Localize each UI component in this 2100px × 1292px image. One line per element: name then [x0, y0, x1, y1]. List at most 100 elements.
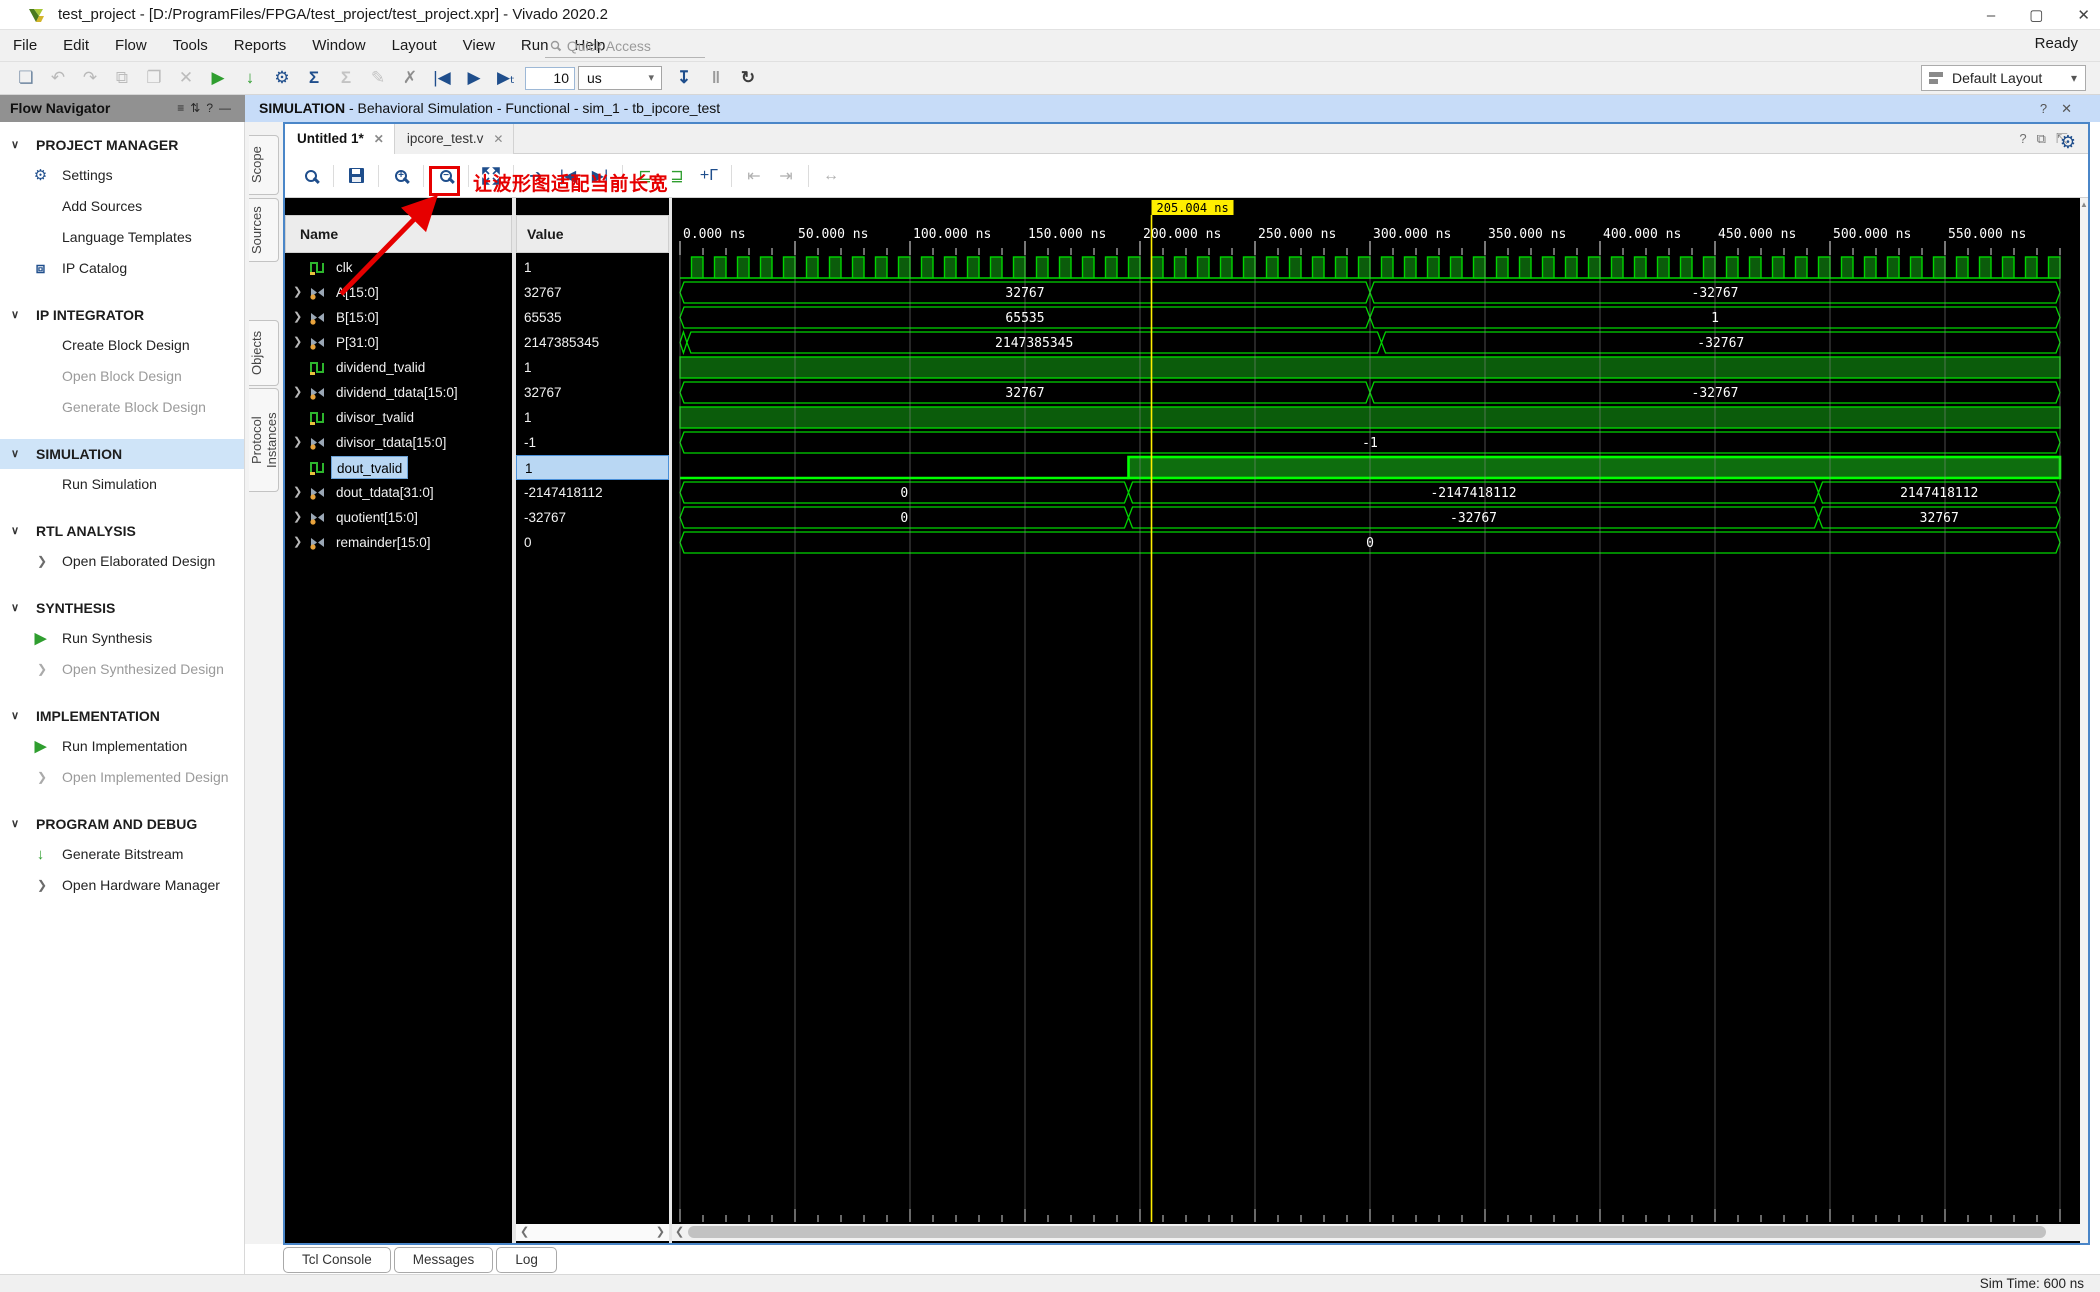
close-button[interactable]: ✕ [2077, 6, 2090, 24]
section-header-synthesis[interactable]: ∨ SYNTHESIS [0, 593, 244, 623]
float-window-icon[interactable]: ⧉ [2037, 131, 2056, 146]
run-icon[interactable]: ▶ [205, 65, 231, 91]
edit-disabled-icon[interactable]: ✎ [365, 65, 391, 91]
menu-view[interactable]: View [450, 30, 508, 61]
report-sigma-icon[interactable]: Σ [301, 65, 327, 91]
value-column-header[interactable]: Value [516, 215, 669, 253]
signal-value[interactable]: 32767 [516, 280, 669, 305]
copy-icon[interactable]: ⧉ [109, 65, 135, 91]
close-icon[interactable]: ✕ [493, 132, 503, 146]
expand-icon[interactable]: ⇅ [190, 101, 206, 115]
flow-item-run-synthesis[interactable]: ▶ Run Synthesis [0, 623, 244, 654]
menu-layout[interactable]: Layout [379, 30, 450, 61]
relaunch-icon[interactable]: ↻ [735, 65, 761, 91]
flow-item-create-block-design[interactable]: Create Block Design [0, 330, 244, 361]
quick-access-search[interactable]: Quick Access [545, 35, 705, 58]
section-header-implementation[interactable]: ∨ IMPLEMENTATION [0, 701, 244, 731]
flow-item-open-hardware-manager[interactable]: ❯ Open Hardware Manager [0, 870, 244, 901]
wave-vertical-scrollbar[interactable]: ▲ [2080, 198, 2088, 1243]
settings-gear-icon[interactable]: ⚙ [269, 65, 295, 91]
run-for-time-icon[interactable]: ▶ₜ [493, 65, 519, 91]
maximize-button[interactable]: ▢ [2029, 6, 2043, 24]
flow-item-generate-bitstream[interactable]: ↓ Generate Bitstream [0, 839, 244, 870]
menu-window[interactable]: Window [299, 30, 378, 61]
help-icon[interactable]: ? [206, 101, 219, 115]
run-all-icon[interactable]: ▶ [461, 65, 487, 91]
flow-item-language-templates[interactable]: Language Templates [0, 222, 244, 253]
signal-value[interactable]: 2147385345 [516, 330, 669, 355]
menu-reports[interactable]: Reports [221, 30, 300, 61]
scroll-left-icon[interactable]: ❮ [520, 1225, 529, 1238]
collapse-all-icon[interactable]: ≡ [177, 101, 190, 115]
section-header-rtl-analysis[interactable]: ∨ RTL ANALYSIS [0, 516, 244, 546]
runtime-input[interactable] [525, 66, 575, 90]
wave-horizontal-scrollbar[interactable]: ❮ [672, 1224, 2080, 1241]
signal-row[interactable]: ❯ quotient[15:0] [285, 505, 512, 530]
pause-icon[interactable]: ‖ [703, 65, 729, 91]
help-icon[interactable]: ? [2019, 131, 2036, 146]
scroll-left-icon[interactable]: ❮ [675, 1225, 684, 1238]
signal-value[interactable]: 32767 [516, 380, 669, 405]
waveform-plot-area[interactable]: 0.000 ns 50.000 ns 100.000 ns 150.000 ns 200… [672, 198, 2080, 1243]
waveform-canvas[interactable]: 0.000 ns 50.000 ns 100.000 ns 150.000 ns 200… [672, 198, 2080, 1222]
menu-file[interactable]: File [0, 30, 50, 61]
flow-item-run-implementation[interactable]: ▶ Run Implementation [0, 731, 244, 762]
restart-simulation-icon[interactable]: |◀ [429, 65, 455, 91]
flow-item-settings[interactable]: ⚙ Settings [0, 160, 244, 191]
value-panel-scrollbar[interactable]: ❮ ❯ [516, 1224, 669, 1241]
bottom-tab-tcl-console[interactable]: Tcl Console [283, 1247, 391, 1273]
clear-marks-icon[interactable]: ✗ [397, 65, 423, 91]
paste-icon[interactable]: ❐ [141, 65, 167, 91]
step-icon[interactable]: ↧ [671, 65, 697, 91]
swap-cursors-icon[interactable]: ↔ [817, 162, 845, 190]
side-tab-scope[interactable]: Scope [249, 135, 279, 195]
flow-item-ip-catalog[interactable]: ⧈ IP Catalog [0, 253, 244, 284]
signal-value[interactable]: -1 [516, 430, 669, 455]
signal-row[interactable]: ❯ B[15:0] [285, 305, 512, 330]
section-header-simulation[interactable]: ∨ SIMULATION [0, 439, 244, 469]
flow-item-run-simulation[interactable]: Run Simulation [0, 469, 244, 500]
wave-tab-ipcore-test-v[interactable]: ipcore_test.v ✕ [394, 124, 515, 154]
generate-bitstream-icon[interactable]: ↓ [237, 65, 263, 91]
signal-value[interactable]: 1 [516, 255, 669, 280]
scroll-up-icon[interactable]: ▲ [2080, 200, 2088, 209]
layout-selector[interactable]: Default Layout ▾ [1921, 65, 2086, 91]
wave-settings-gear-icon[interactable]: ⚙ [2060, 132, 2076, 153]
expand-chevron-icon[interactable]: ❯ [293, 305, 302, 330]
minimize-panel-icon[interactable]: — [219, 101, 237, 115]
sigma-disabled-icon[interactable]: Σ [333, 65, 359, 91]
expand-chevron-icon[interactable]: ❯ [293, 530, 302, 555]
expand-chevron-icon[interactable]: ❯ [293, 430, 302, 455]
signal-row[interactable]: ❯ P[31:0] [285, 330, 512, 355]
flow-item-open-elaborated-design[interactable]: ❯ Open Elaborated Design [0, 546, 244, 577]
side-tab-sources[interactable]: Sources [249, 198, 279, 262]
flow-item-add-sources[interactable]: Add Sources [0, 191, 244, 222]
signal-value[interactable]: 1 [516, 455, 669, 480]
undo-icon[interactable]: ↶ [45, 65, 71, 91]
section-header-ip-integrator[interactable]: ∨ IP INTEGRATOR [0, 300, 244, 330]
add-marker-icon[interactable]: +Γ [695, 162, 723, 190]
expand-chevron-icon[interactable]: ❯ [293, 380, 302, 405]
signal-row[interactable]: ❯ dout_tdata[31:0] [285, 480, 512, 505]
side-tab-protocol-instances[interactable]: Protocol Instances [249, 388, 279, 492]
signal-value[interactable]: 1 [516, 355, 669, 380]
section-header-program-and-debug[interactable]: ∨ PROGRAM AND DEBUG [0, 809, 244, 839]
menu-flow[interactable]: Flow [102, 30, 160, 61]
scroll-right-icon[interactable]: ❯ [656, 1225, 665, 1238]
close-simulation-icon[interactable]: ✕ [2061, 101, 2086, 116]
delete-icon[interactable]: ✕ [173, 65, 199, 91]
signal-row[interactable]: divisor_tvalid [285, 405, 512, 430]
expand-chevron-icon[interactable]: ❯ [293, 330, 302, 355]
bottom-tab-log[interactable]: Log [496, 1247, 557, 1273]
bottom-tab-messages[interactable]: Messages [393, 1247, 494, 1273]
open-file-icon[interactable]: ❏ [13, 65, 39, 91]
expand-chevron-icon[interactable]: ❯ [293, 505, 302, 530]
signal-row[interactable]: ❯ dividend_tdata[15:0] [285, 380, 512, 405]
help-icon[interactable]: ? [2040, 101, 2061, 116]
section-header-project-manager[interactable]: ∨ PROJECT MANAGER [0, 130, 244, 160]
close-icon[interactable]: ✕ [374, 132, 384, 146]
signal-value[interactable]: -2147418112 [516, 480, 669, 505]
go-to-next-marker-icon[interactable]: ⇥ [772, 162, 800, 190]
signal-value[interactable]: 0 [516, 530, 669, 555]
menu-tools[interactable]: Tools [160, 30, 221, 61]
